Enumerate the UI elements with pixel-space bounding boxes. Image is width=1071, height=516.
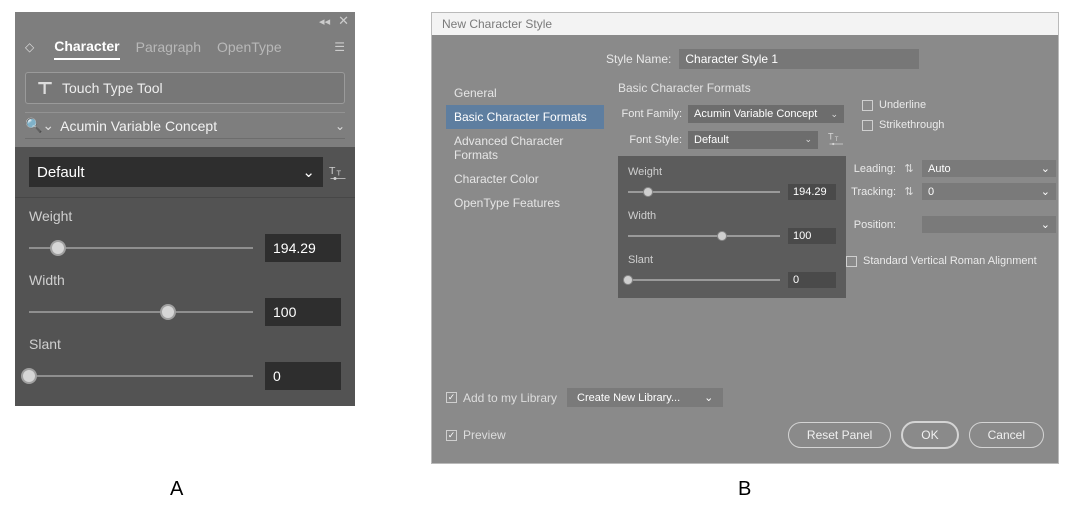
section-title: Basic Character Formats bbox=[618, 81, 1044, 95]
variable-axes-panel: Weight 194.29 Width 100 bbox=[618, 156, 846, 298]
standard-vertical-roman-checkbox[interactable]: Standard Vertical Roman Alignment bbox=[846, 255, 1037, 267]
font-family-value: Acumin Variable Concept bbox=[60, 118, 329, 134]
sidebar-item-opentype[interactable]: OpenType Features bbox=[446, 191, 604, 215]
font-family-selected: Acumin Variable Concept bbox=[694, 108, 817, 120]
leading-label: Leading: bbox=[846, 163, 896, 175]
panel-tabs: ◇ Character Paragraph OpenType ☰ bbox=[15, 30, 355, 64]
chevron-down-icon: ⌄ bbox=[1041, 162, 1050, 175]
touch-type-tool-button[interactable]: Touch Type Tool bbox=[25, 72, 345, 104]
font-style-label: Font Style: bbox=[618, 134, 682, 146]
mini-width-label: Width bbox=[628, 210, 836, 222]
width-label: Width bbox=[29, 272, 341, 288]
caption-a: A bbox=[170, 478, 183, 501]
expand-icon[interactable]: ◇ bbox=[25, 40, 34, 54]
weight-label: Weight bbox=[29, 208, 341, 224]
sidebar-item-character-color[interactable]: Character Color bbox=[446, 167, 604, 191]
chevron-down-icon: ⌄ bbox=[302, 163, 315, 181]
caption-b: B bbox=[738, 478, 751, 501]
style-name-input[interactable]: Character Style 1 bbox=[679, 49, 919, 69]
font-style-selected: Default bbox=[694, 134, 729, 146]
variable-font-area: Default ⌄ TT Weight 194.29 Width 100 Sla… bbox=[15, 147, 355, 406]
strikethrough-label: Strikethrough bbox=[879, 119, 944, 131]
chevron-down-icon: ⌄ bbox=[704, 391, 713, 404]
panel-menu-icon[interactable]: ☰ bbox=[334, 40, 345, 54]
sidebar-item-basic-formats[interactable]: Basic Character Formats bbox=[446, 105, 604, 129]
slant-value[interactable]: 0 bbox=[265, 362, 341, 390]
tracking-stepper[interactable]: ⇅ bbox=[902, 185, 916, 198]
chevron-down-icon: ⌄ bbox=[1041, 218, 1050, 231]
preview-label: Preview bbox=[463, 428, 506, 442]
ok-button[interactable]: OK bbox=[901, 421, 958, 449]
position-label: Position: bbox=[846, 219, 896, 231]
tab-character[interactable]: Character bbox=[54, 34, 119, 60]
mini-slant-slider[interactable] bbox=[628, 279, 780, 281]
search-icon: 🔍⌄ bbox=[25, 117, 54, 134]
category-list: General Basic Character Formats Advanced… bbox=[446, 81, 604, 298]
sidebar-item-advanced-formats[interactable]: Advanced Character Formats bbox=[446, 129, 604, 167]
chevron-down-icon: ⌄ bbox=[804, 134, 812, 145]
position-select[interactable]: ⌄ bbox=[922, 216, 1056, 233]
weight-slider[interactable] bbox=[29, 247, 253, 249]
preview-checkbox[interactable]: Preview bbox=[446, 428, 506, 442]
underline-label: Underline bbox=[879, 99, 926, 111]
svg-text:T: T bbox=[835, 137, 839, 143]
font-style-value: Default bbox=[37, 164, 85, 181]
leading-stepper[interactable]: ⇅ bbox=[902, 162, 916, 175]
touch-type-icon bbox=[36, 79, 54, 97]
library-select[interactable]: Create New Library... ⌄ bbox=[567, 388, 723, 407]
add-to-library-checkbox[interactable]: Add to my Library bbox=[446, 391, 557, 405]
tab-paragraph[interactable]: Paragraph bbox=[136, 35, 201, 59]
mini-weight-slider[interactable] bbox=[628, 191, 780, 193]
mini-slant-value[interactable]: 0 bbox=[788, 272, 836, 288]
tracking-label: Tracking: bbox=[846, 186, 896, 198]
svra-label: Standard Vertical Roman Alignment bbox=[863, 255, 1037, 267]
tab-opentype[interactable]: OpenType bbox=[217, 35, 282, 59]
sidebar-item-general[interactable]: General bbox=[446, 81, 604, 105]
font-family-label: Font Family: bbox=[618, 108, 682, 120]
mini-width-value[interactable]: 100 bbox=[788, 228, 836, 244]
collapse-icon[interactable]: ◂◂ bbox=[319, 15, 330, 28]
svg-text:T: T bbox=[337, 168, 342, 177]
add-library-label: Add to my Library bbox=[463, 391, 557, 405]
touch-type-tool-label: Touch Type Tool bbox=[62, 80, 163, 96]
width-value[interactable]: 100 bbox=[265, 298, 341, 326]
font-style-select[interactable]: Default ⌄ bbox=[29, 157, 323, 187]
style-name-label: Style Name: bbox=[606, 52, 671, 66]
width-slider[interactable] bbox=[29, 311, 253, 313]
font-family-select[interactable]: Acumin Variable Concept ⌄ bbox=[688, 105, 844, 123]
mini-weight-value[interactable]: 194.29 bbox=[788, 184, 836, 200]
character-panel: ◂◂ ✕ ◇ Character Paragraph OpenType ☰ To… bbox=[15, 12, 355, 406]
slant-slider[interactable] bbox=[29, 375, 253, 377]
mini-weight-label: Weight bbox=[628, 166, 836, 178]
slant-label: Slant bbox=[29, 336, 341, 352]
variable-font-icon[interactable]: TT bbox=[329, 162, 347, 183]
mini-slant-label: Slant bbox=[628, 254, 836, 266]
dialog-title: New Character Style bbox=[432, 13, 1058, 35]
leading-select[interactable]: Auto⌄ bbox=[922, 160, 1056, 177]
underline-checkbox[interactable]: Underline bbox=[862, 99, 1062, 111]
mini-width-slider[interactable] bbox=[628, 235, 780, 237]
tracking-select[interactable]: 0⌄ bbox=[922, 183, 1056, 200]
svg-text:T: T bbox=[329, 165, 336, 177]
character-panel-header: ◂◂ ✕ ◇ Character Paragraph OpenType ☰ To… bbox=[15, 12, 355, 147]
reset-panel-button[interactable]: Reset Panel bbox=[788, 422, 891, 448]
font-family-row[interactable]: 🔍⌄ Acumin Variable Concept ⌄ bbox=[25, 112, 345, 139]
weight-value[interactable]: 194.29 bbox=[265, 234, 341, 262]
new-character-style-dialog: New Character Style Style Name: Characte… bbox=[431, 12, 1059, 464]
cancel-button[interactable]: Cancel bbox=[969, 422, 1044, 448]
chevron-down-icon: ⌄ bbox=[830, 109, 838, 120]
font-style-select-b[interactable]: Default ⌄ bbox=[688, 131, 818, 149]
chevron-down-icon: ⌄ bbox=[1041, 185, 1050, 198]
close-icon[interactable]: ✕ bbox=[338, 13, 349, 29]
chevron-down-icon: ⌄ bbox=[335, 119, 345, 133]
svg-text:T: T bbox=[828, 132, 834, 142]
variable-font-icon[interactable]: TT bbox=[828, 129, 846, 150]
strikethrough-checkbox[interactable]: Strikethrough bbox=[862, 119, 1062, 131]
